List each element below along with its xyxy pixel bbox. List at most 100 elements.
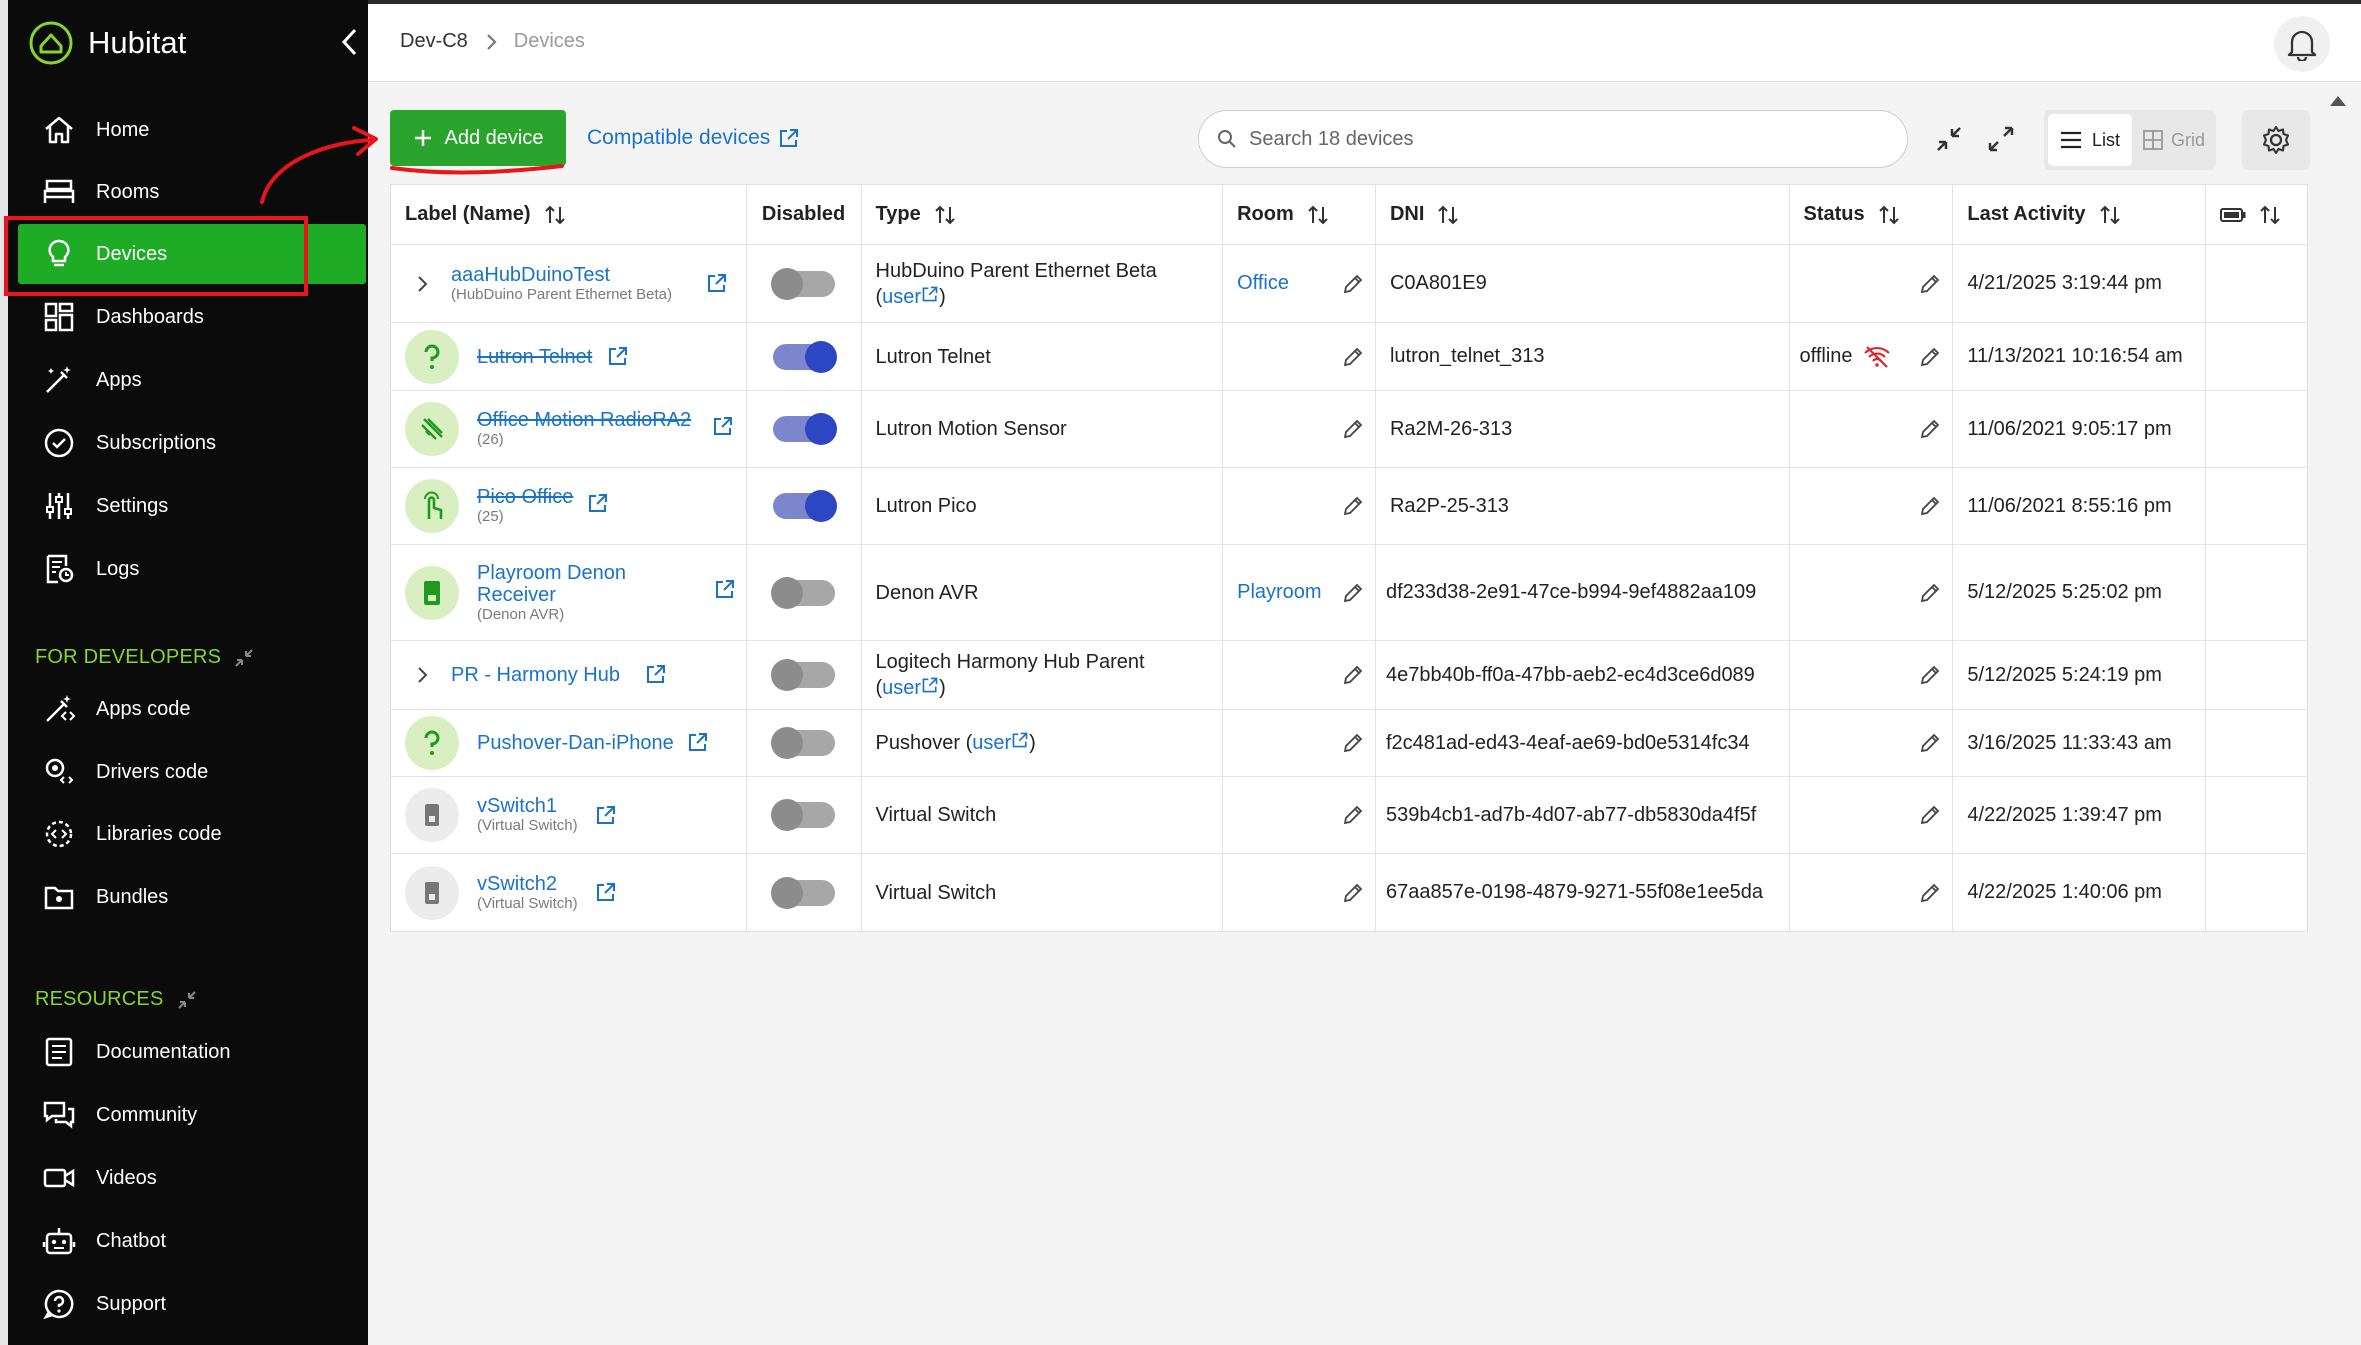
sidebar-item-chatbot[interactable]: Chatbot — [18, 1211, 366, 1271]
table-row[interactable]: vSwitch2 (Virtual Switch) Virtual Switch … — [391, 854, 2307, 931]
collapse-section-icon[interactable] — [176, 989, 198, 1011]
sidebar-item-support[interactable]: Support — [18, 1274, 366, 1334]
external-link-icon — [780, 129, 799, 147]
column-header-dni[interactable]: DNI — [1376, 185, 1790, 244]
external-link-icon[interactable] — [607, 345, 629, 367]
pencil-icon[interactable] — [1341, 417, 1365, 441]
column-header-text: DNI — [1389, 203, 1425, 225]
device-label-link[interactable]: Pushover-Dan-iPhone — [477, 732, 674, 754]
collapse-section-icon[interactable] — [233, 647, 255, 669]
user-driver-link[interactable]: (user) — [966, 732, 1036, 754]
table-row[interactable]: Pico Office (25) Lutron Pico Ra2P-25-313 … — [391, 468, 2307, 545]
external-link-icon[interactable] — [706, 272, 728, 294]
sidebar-item-logs[interactable]: Logs — [18, 539, 366, 599]
chevron-right-icon[interactable] — [413, 274, 433, 294]
column-header-room[interactable]: Room — [1223, 185, 1376, 244]
disabled-toggle[interactable] — [772, 340, 837, 373]
sidebar-item-apps-code[interactable]: Apps code — [18, 679, 366, 739]
breadcrumb-hub[interactable]: Dev-C8 — [400, 30, 468, 53]
sidebar-item-drivers-code[interactable]: Drivers code — [18, 742, 366, 802]
chevron-right-icon[interactable] — [413, 665, 433, 685]
disabled-toggle[interactable] — [770, 267, 835, 300]
external-link-icon[interactable] — [712, 415, 734, 437]
collapse-sidebar-icon[interactable] — [338, 26, 362, 58]
search-box[interactable] — [1198, 110, 1908, 168]
device-label-link[interactable]: Lutron Telnet — [477, 346, 592, 368]
external-link-icon[interactable] — [595, 804, 617, 826]
table-row[interactable]: aaaHubDuinoTest (HubDuino Parent Ethernet… — [391, 245, 2307, 323]
column-header-last-activity[interactable]: Last Activity — [1953, 185, 2207, 244]
expand-all-icon[interactable] — [1984, 122, 2018, 156]
collapse-all-icon[interactable] — [1932, 122, 1966, 156]
sidebar-item-apps[interactable]: Apps — [18, 350, 366, 410]
disabled-toggle[interactable] — [770, 876, 835, 909]
pencil-icon[interactable] — [1341, 731, 1365, 755]
room-cell — [1223, 854, 1376, 931]
disabled-toggle[interactable] — [772, 413, 837, 445]
device-label-link[interactable]: vSwitch1 — [477, 795, 578, 817]
table-row[interactable]: Lutron Telnet Lutron Telnet lutron_telne… — [391, 323, 2307, 391]
pencil-icon[interactable] — [1341, 272, 1365, 296]
disabled-toggle[interactable] — [770, 727, 835, 759]
pencil-icon[interactable] — [1918, 581, 1942, 605]
pencil-icon[interactable] — [1918, 494, 1942, 518]
sidebar-item-videos[interactable]: Videos — [18, 1148, 366, 1208]
external-link-icon[interactable] — [645, 663, 667, 685]
sidebar-item-subscriptions[interactable]: Subscriptions — [18, 413, 366, 473]
device-label-link[interactable]: PR - Harmony Hub — [451, 664, 620, 686]
pencil-icon[interactable] — [1341, 581, 1365, 605]
device-label-link[interactable]: Pico Office — [477, 486, 573, 508]
external-link-icon[interactable] — [714, 578, 736, 600]
sidebar-item-bundles[interactable]: Bundles — [18, 867, 366, 927]
table-row[interactable]: vSwitch1 (Virtual Switch) Virtual Switch … — [391, 777, 2307, 854]
device-label-link[interactable]: vSwitch2 — [477, 873, 578, 895]
compatible-devices-link[interactable]: Compatible devices — [587, 126, 800, 150]
room-link[interactable]: Playroom — [1237, 581, 1321, 604]
last-activity-cell: 5/12/2025 5:24:19 pm — [1953, 641, 2207, 709]
pencil-icon[interactable] — [1918, 417, 1942, 441]
room-link[interactable]: Office — [1237, 272, 1289, 295]
user-driver-link[interactable]: (user) — [876, 677, 946, 699]
pencil-icon[interactable] — [1918, 272, 1942, 296]
sidebar-item-documentation[interactable]: Documentation — [18, 1022, 366, 1082]
device-label-link[interactable]: Playroom Denon Receiver — [477, 562, 667, 606]
pencil-icon[interactable] — [1341, 881, 1365, 905]
disabled-toggle[interactable] — [770, 576, 835, 609]
scrollbar-up-arrow[interactable] — [2330, 96, 2346, 106]
pencil-icon[interactable] — [1918, 803, 1942, 827]
list-view-button[interactable]: List — [2048, 114, 2132, 166]
device-label-link[interactable]: Office Motion RadioRA2 — [477, 409, 691, 431]
brand[interactable]: Hubitat — [28, 20, 186, 66]
column-header-type[interactable]: Type — [862, 185, 1224, 244]
external-link-icon[interactable] — [587, 492, 609, 514]
disabled-toggle[interactable] — [772, 490, 837, 522]
grid-view-button[interactable]: Grid — [2136, 114, 2212, 166]
sidebar-item-libraries-code[interactable]: Libraries code — [18, 804, 366, 864]
sidebar-item-settings[interactable]: Settings — [18, 476, 366, 536]
table-row[interactable]: PR - Harmony Hub Logitech Harmony Hub Pa… — [391, 641, 2307, 710]
pencil-icon[interactable] — [1341, 803, 1365, 827]
pencil-icon[interactable] — [1341, 494, 1365, 518]
pencil-icon[interactable] — [1918, 345, 1942, 369]
external-link-icon[interactable] — [595, 881, 617, 903]
table-row[interactable]: Pushover-Dan-iPhone Pushover (user) f2c4… — [391, 710, 2307, 777]
table-settings-button[interactable] — [2242, 110, 2310, 170]
pencil-icon[interactable] — [1341, 663, 1365, 687]
user-driver-link[interactable]: (user) — [876, 286, 946, 308]
search-input[interactable] — [1249, 127, 1869, 151]
pencil-icon[interactable] — [1918, 663, 1942, 687]
pencil-icon[interactable] — [1918, 731, 1942, 755]
sidebar-item-community[interactable]: Community — [18, 1085, 366, 1145]
disabled-toggle[interactable] — [770, 659, 835, 691]
external-link-icon[interactable] — [687, 731, 709, 753]
column-header-battery[interactable] — [2206, 185, 2307, 244]
disabled-toggle[interactable] — [770, 799, 835, 831]
column-header-status[interactable]: Status — [1790, 185, 1954, 244]
table-row[interactable]: Playroom Denon Receiver (Denon AVR) Denon… — [391, 545, 2307, 641]
sidebar-item-dashboards[interactable]: Dashboards — [18, 287, 366, 347]
notifications-button[interactable] — [2274, 16, 2330, 72]
device-label-link[interactable]: aaaHubDuinoTest — [451, 264, 672, 286]
pencil-icon[interactable] — [1341, 345, 1365, 369]
pencil-icon[interactable] — [1918, 881, 1942, 905]
table-row[interactable]: Office Motion RadioRA2 (26) Lutron Motion… — [391, 391, 2307, 468]
